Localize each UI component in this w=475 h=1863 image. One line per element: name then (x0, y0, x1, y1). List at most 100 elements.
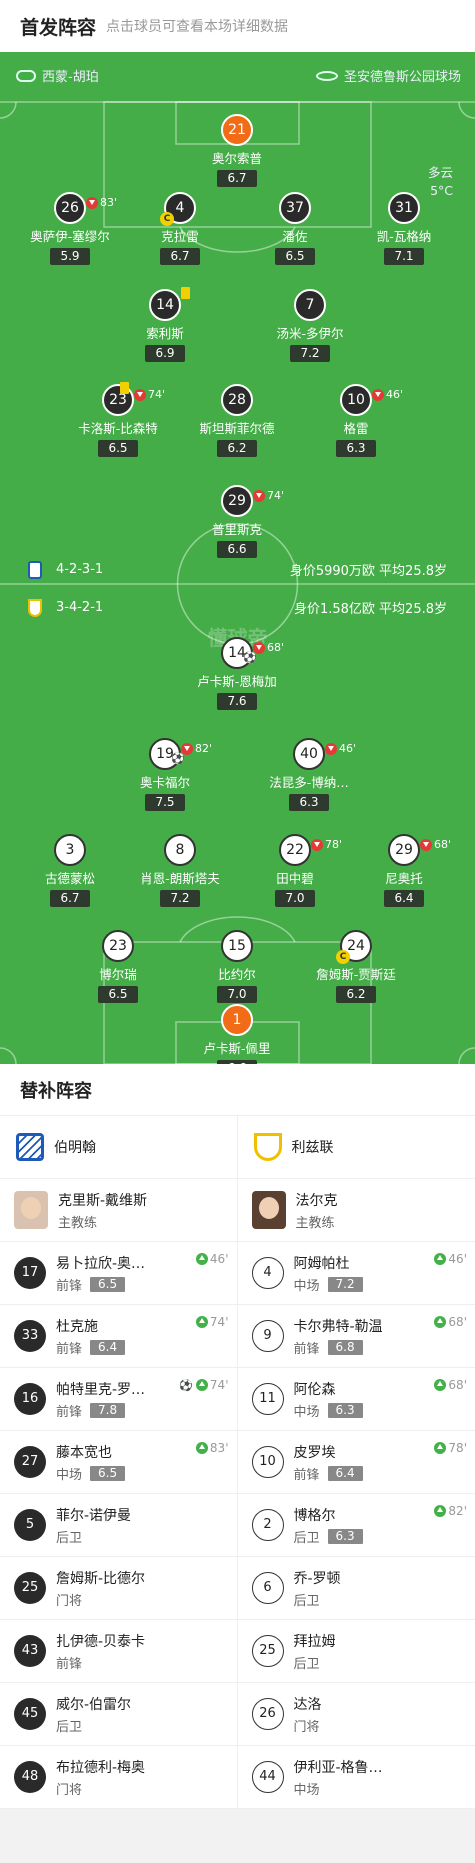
player-name: 肖恩-朗斯塔夫 (140, 871, 220, 886)
player-rating: 6.3 (336, 440, 376, 457)
away-player[interactable]: 3 古德蒙松 6.7 (10, 834, 130, 907)
player-number: 4 (251, 1257, 284, 1289)
away-player[interactable]: 23 博尔瑞 6.5 (58, 930, 178, 1003)
home-player[interactable]: 28 斯坦斯菲尔德 6.2 (177, 384, 297, 457)
coach-name: 克里斯-戴维斯 (58, 1192, 148, 1209)
number-text: 29 (228, 493, 246, 509)
away-formation: 3-4-2-1 (56, 600, 104, 615)
home-player[interactable]: 4 C 克拉雷 6.7 (120, 192, 240, 265)
player-position-row: 门将 (56, 1590, 145, 1609)
player-name: 田中碧 (276, 871, 314, 886)
player-name: 威尔-伯雷尔 (56, 1696, 132, 1713)
sub-player-row[interactable]: 9 卡尔弗特-勒温 前锋 6.8 68' (237, 1305, 475, 1368)
sub-out-icon (311, 839, 323, 851)
player-rating: 6.3 (327, 1402, 363, 1418)
coach-name: 法尔克 (295, 1192, 338, 1209)
away-player[interactable]: 15 比约尔 7.0 (177, 930, 297, 1003)
sub-player-row[interactable]: 43 扎伊德-贝泰卡 前锋 (0, 1620, 237, 1683)
sub-player-row[interactable]: 6 乔-罗顿 后卫 (237, 1557, 475, 1620)
sub-minute: 68' (267, 641, 285, 654)
sub-out-icon (420, 839, 432, 851)
player-rating: 5.9 (50, 248, 90, 265)
sub-player-row[interactable]: 11 阿伦森 中场 6.3 68' (237, 1368, 475, 1431)
sub-player-row[interactable]: 17 易卜拉欣-奥… 前锋 6.5 46' (0, 1242, 237, 1305)
sub-player-row[interactable]: 44 伊利亚-格鲁… 中场 (237, 1746, 475, 1809)
player-rating: 7.0 (275, 890, 315, 907)
sub-player-row[interactable]: 5 菲尔-诺伊曼 后卫 (0, 1494, 237, 1557)
home-team-row[interactable]: 伯明翰 (0, 1116, 237, 1179)
home-player[interactable]: 29 74' 普里斯克 6.6 (177, 485, 297, 558)
sub-out-icon (86, 197, 98, 209)
home-player[interactable]: 21 奥尔索普 6.7 (177, 114, 297, 187)
sub-player-row[interactable]: 25 詹姆斯-比德尔 门将 (0, 1557, 237, 1620)
home-player[interactable]: 31 凯-瓦格纳 7.1 (344, 192, 464, 265)
home-player[interactable]: 26 83' 奥萨伊-塞缪尔 5.9 (10, 192, 130, 265)
player-position: 后卫 (293, 1656, 320, 1672)
away-player[interactable]: 14 68' ⚽ 卢卡斯-恩梅加 7.6 (177, 637, 297, 710)
away-player[interactable]: 24 C 詹姆斯-贾斯廷 6.2 (296, 930, 416, 1003)
sub-player-row[interactable]: 25 拜拉姆 后卫 (237, 1620, 475, 1683)
sub-player-row[interactable]: 10 皮罗埃 前锋 6.4 78' (237, 1431, 475, 1494)
player-name: 卢卡斯-恩梅加 (197, 674, 277, 689)
home-player[interactable]: 10 46' 格雷 6.3 (296, 384, 416, 457)
player-rating: 6.4 (327, 1465, 363, 1481)
sub-out-marker: 82' (181, 735, 212, 763)
player-position: 前锋 (56, 1656, 83, 1672)
sub-player-row[interactable]: 45 威尔-伯雷尔 后卫 (0, 1683, 237, 1746)
player-position: 前锋 (56, 1404, 83, 1420)
player-position: 前锋 (56, 1341, 83, 1357)
player-position-row: 前锋 6.5 (56, 1275, 145, 1294)
sub-player-row[interactable]: 2 博格尔 后卫 6.3 82' (237, 1494, 475, 1557)
player-position-row: 前锋 6.4 (56, 1338, 126, 1357)
player-number: 11 (251, 1383, 284, 1415)
away-value: 身价1.58亿欧 平均25.8岁 (293, 602, 447, 617)
away-subs-column: 利兹联 法尔克 主教练 4 阿姆帕杜 中场 7.2 46' 9 卡尔弗特-勒温 前锋 6.8 68… (237, 1116, 475, 1809)
player-position: 后卫 (56, 1719, 83, 1735)
player-number: 25 (251, 1635, 284, 1667)
player-position: 前锋 (293, 1341, 320, 1357)
player-position-row: 前锋 6.8 (294, 1338, 383, 1357)
home-player[interactable]: 37 潘佐 6.5 (235, 192, 355, 265)
home-team-name: 伯明翰 (54, 1140, 96, 1156)
player-rating: 6.9 (145, 345, 185, 362)
player-rating: 7.2 (290, 345, 330, 362)
player-number: 4C (160, 192, 196, 226)
sub-minute: 78' (448, 1441, 467, 1455)
sub-player-row[interactable]: 4 阿姆帕杜 中场 7.2 46' (237, 1242, 475, 1305)
player-rating: 7.6 (217, 693, 257, 710)
away-coach-row[interactable]: 法尔克 主教练 (237, 1179, 475, 1242)
player-number: 16 (14, 1383, 46, 1415)
player-name: 卢卡斯-佩里 (203, 1041, 271, 1056)
away-player[interactable]: 40 46' 法昆多-博纳… 6.3 (249, 738, 369, 811)
home-player[interactable]: 23 74' 卡洛斯-比森特 6.5 (58, 381, 178, 457)
player-name: 易卜拉欣-奥… (56, 1255, 146, 1272)
sub-player-row[interactable]: 27 藤本宽也 中场 6.5 83' (0, 1431, 237, 1494)
away-player[interactable]: 1 卢卡斯-佩里 6.6 (177, 1004, 297, 1064)
sub-out-marker: 78' (311, 831, 342, 859)
player-position: 后卫 (56, 1530, 83, 1546)
sub-out-marker: 74' (134, 381, 165, 409)
sub-out-icon (253, 490, 265, 502)
sub-out-marker: 46' (325, 735, 356, 763)
player-rating: 7.5 (145, 794, 185, 811)
player-name: 奥尔索普 (211, 151, 262, 166)
leeds-logo-icon (253, 1133, 282, 1161)
sub-player-row[interactable]: 48 布拉德利-梅奥 门将 (0, 1746, 237, 1809)
sub-minute: 68' (448, 1315, 467, 1329)
player-rating: 6.8 (327, 1339, 363, 1355)
away-player[interactable]: 22 78' 田中碧 7.0 (235, 834, 355, 907)
home-coach-row[interactable]: 克里斯-戴维斯 主教练 (0, 1179, 237, 1242)
player-name: 阿姆帕杜 (293, 1255, 350, 1272)
sub-player-row[interactable]: 26 达洛 门将 (237, 1683, 475, 1746)
away-player[interactable]: 29 68' 尼奥托 6.4 (344, 834, 464, 907)
player-position-row: 后卫 (294, 1653, 336, 1672)
away-team-row[interactable]: 利兹联 (237, 1116, 475, 1179)
away-player[interactable]: 8 肖恩-朗斯塔夫 7.2 (120, 834, 240, 907)
sub-player-row[interactable]: 33 杜克施 前锋 6.4 74' (0, 1305, 237, 1368)
away-player[interactable]: 19 82' ⚽ 奥卡福尔 7.5 (105, 738, 225, 811)
home-player[interactable]: 7 汤米-多伊尔 7.2 (250, 289, 370, 362)
number-text: 28 (228, 392, 246, 408)
number-text: 7 (305, 297, 315, 313)
home-player[interactable]: 14 索利斯 6.9 (105, 287, 225, 362)
sub-player-row[interactable]: 16 帕特里克-罗… 前锋 7.8 ⚽ 74' (0, 1368, 237, 1431)
